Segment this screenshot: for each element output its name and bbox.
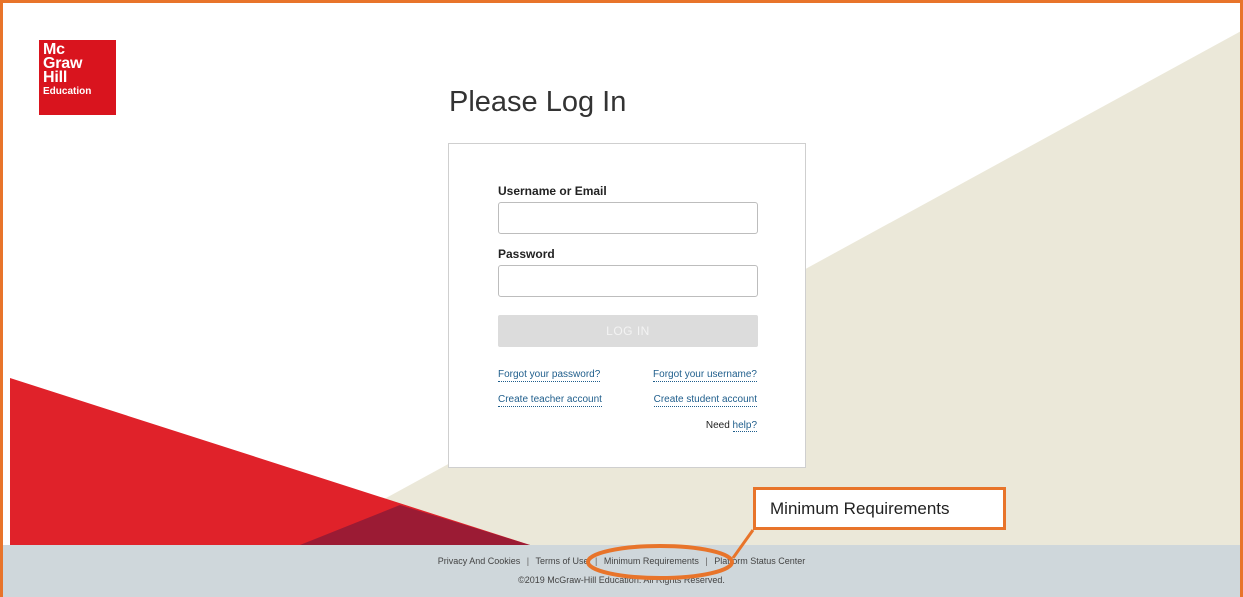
password-input[interactable] xyxy=(498,265,758,297)
username-input[interactable] xyxy=(498,202,758,234)
mcgraw-hill-logo[interactable]: Mc Graw Hill Education xyxy=(39,40,116,115)
footer-copyright: ©2019 McGraw-Hill Education. All Rights … xyxy=(518,575,725,585)
login-card: Username or Email Password LOG IN Forgot… xyxy=(448,143,806,468)
footer-separator: | xyxy=(705,556,708,566)
logo-text-hill: Hill xyxy=(43,69,68,86)
footer-link-platform-status[interactable]: Platform Status Center xyxy=(714,556,805,566)
footer-link-terms[interactable]: Terms of Use xyxy=(535,556,588,566)
footer-links: Privacy And Cookies | Terms of Use | Min… xyxy=(0,556,1243,566)
need-help-text: Need xyxy=(705,420,730,431)
password-label: Password xyxy=(498,247,555,261)
footer-separator: | xyxy=(594,556,598,566)
footer: Privacy And Cookies | Terms of Use | Min… xyxy=(0,545,1243,597)
create-student-account-link[interactable]: Create student account xyxy=(653,394,757,407)
logo-text-education: Education xyxy=(43,86,92,97)
page-title: Please Log In xyxy=(449,86,627,118)
help-link[interactable]: help? xyxy=(732,420,757,432)
footer-link-privacy[interactable]: Privacy And Cookies xyxy=(438,556,521,566)
login-button[interactable]: LOG IN xyxy=(498,315,758,347)
username-label: Username or Email xyxy=(498,184,607,198)
forgot-password-link[interactable]: Forgot your password? xyxy=(498,369,601,382)
footer-separator: | xyxy=(526,556,530,566)
forgot-username-link[interactable]: Forgot your username? xyxy=(653,369,757,382)
create-teacher-account-link[interactable]: Create teacher account xyxy=(498,394,602,407)
footer-link-minimum-requirements[interactable]: Minimum Requirements xyxy=(604,556,699,566)
need-help-row: Need help? xyxy=(705,420,757,432)
minimum-requirements-callout: Minimum Requirements xyxy=(753,487,1006,530)
